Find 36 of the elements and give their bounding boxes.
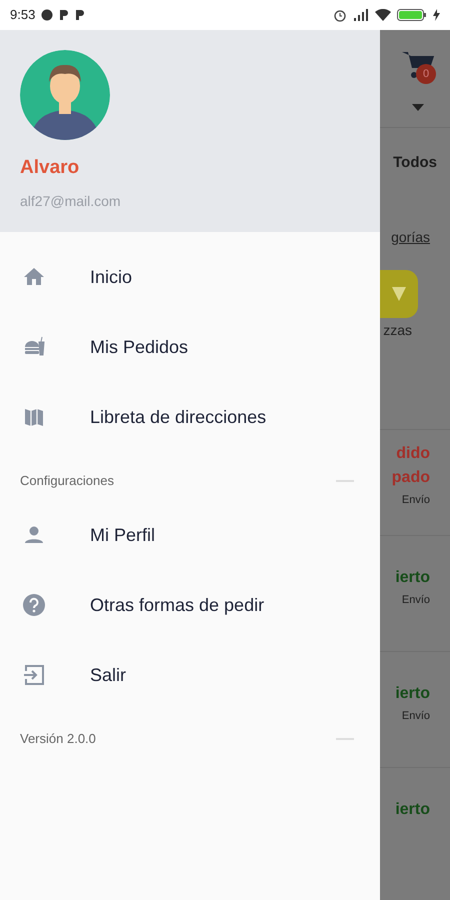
battery-icon [397, 9, 427, 21]
categories-link[interactable]: gorías [391, 226, 430, 248]
menu-item[interactable]: Inicio [0, 242, 380, 312]
exit-icon [22, 663, 46, 687]
charging-icon [433, 9, 440, 21]
version-label: Versión 2.0.0 [20, 730, 96, 748]
signal-icon [353, 9, 369, 21]
store-status: ierto [395, 684, 430, 704]
dropdown-caret-icon [412, 104, 424, 111]
pizza-icon [392, 286, 406, 300]
user-email: alf27@mail.com [20, 192, 121, 210]
p-icon [75, 9, 86, 21]
store-status: ierto [395, 568, 430, 588]
delivery-label: Envío [402, 492, 430, 508]
delivery-label: Envío [402, 592, 430, 608]
p-icon [59, 9, 70, 21]
section-header: Configuraciones [20, 472, 114, 490]
store-status: dido [396, 444, 430, 464]
status-time: 9:53 [10, 6, 36, 24]
filter-label: Todos [393, 153, 437, 173]
category-label: zzas [383, 320, 412, 340]
delivery-label: Envío [402, 708, 430, 724]
menu-item[interactable]: Salir [0, 640, 380, 710]
menu-item[interactable]: Libreta de direcciones [0, 382, 380, 452]
wifi-icon [375, 9, 391, 21]
cart-badge: 0 [416, 64, 436, 84]
menu-item[interactable]: Mi Perfil [0, 500, 380, 570]
help-icon [22, 593, 46, 617]
category-tile[interactable] [380, 270, 418, 318]
alarm-icon [333, 8, 347, 22]
store-status: ierto [395, 800, 430, 820]
menu-item[interactable]: Otras formas de pedir [0, 570, 380, 640]
menu-item[interactable]: Mis Pedidos [0, 312, 380, 382]
user-name: Alvaro [20, 156, 80, 180]
store-status: pado [392, 468, 430, 488]
notification-icon [41, 9, 54, 21]
